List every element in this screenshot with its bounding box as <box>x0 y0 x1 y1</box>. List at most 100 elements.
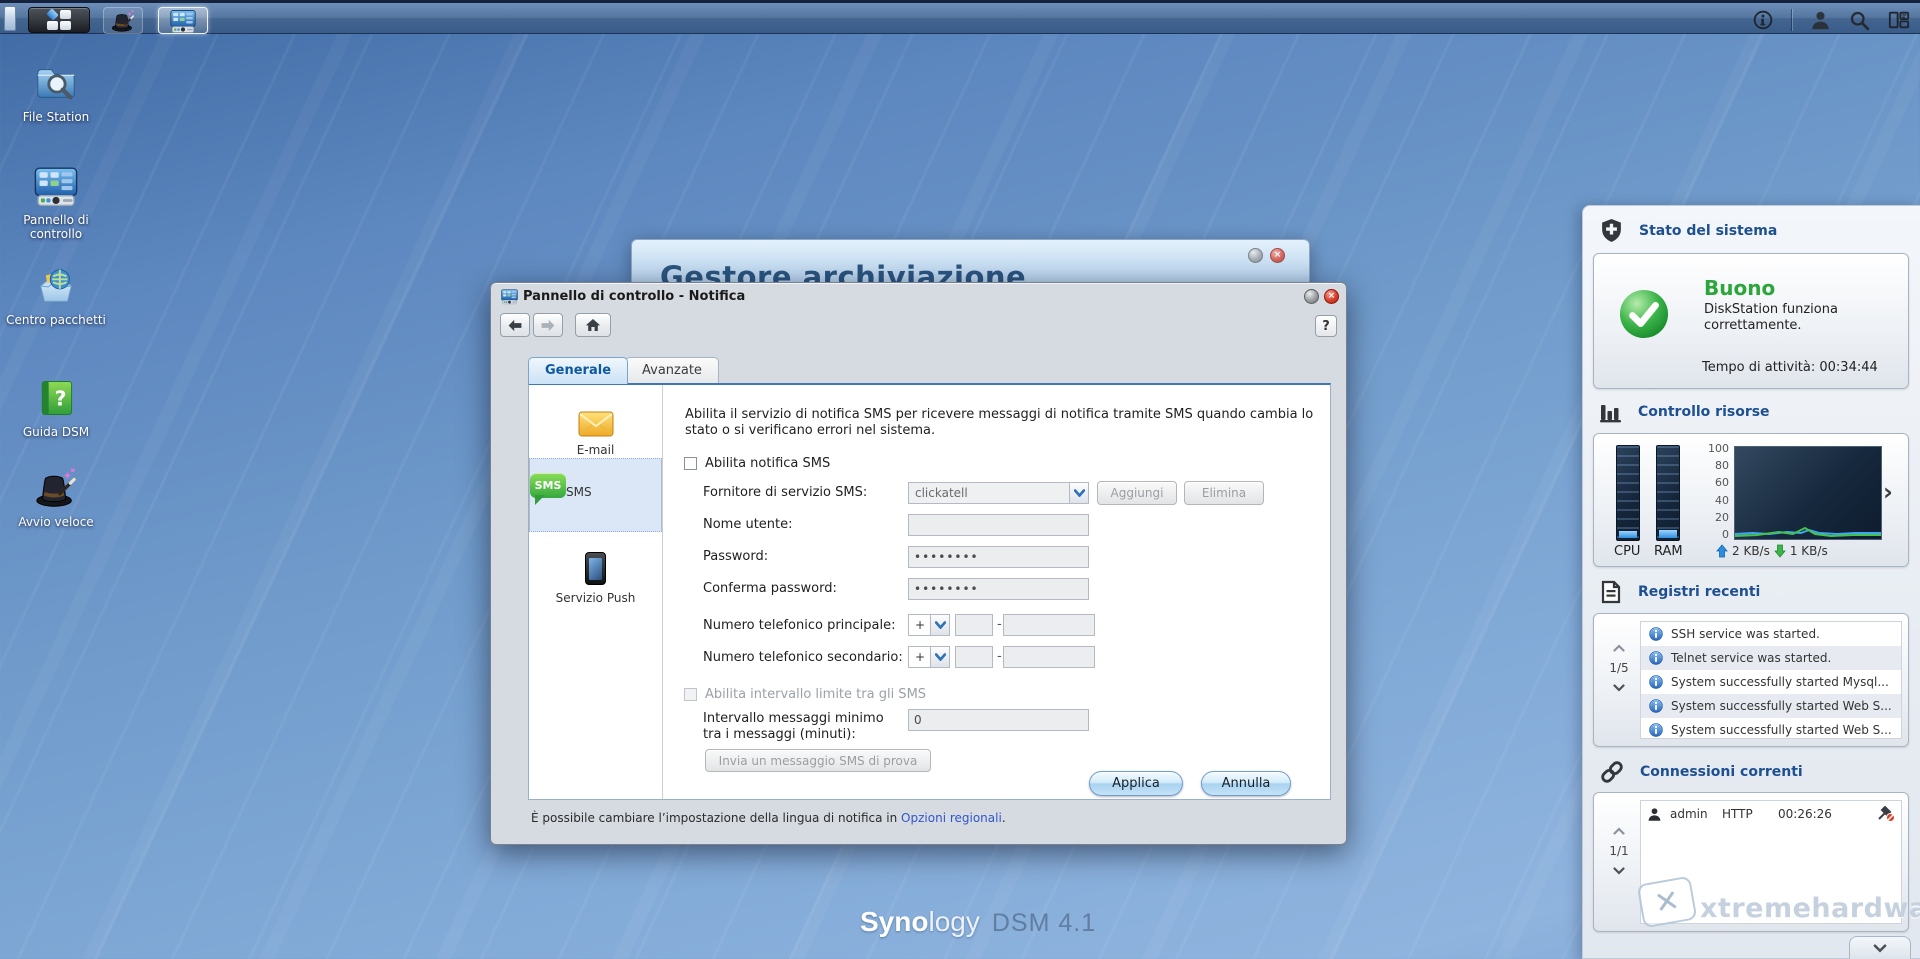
secondary-phone-input[interactable] <box>1003 646 1095 668</box>
connections-header: Connessioni correnti <box>1599 759 1803 785</box>
dialog-content: E-mail SMS SMS Servizio Push Abilita il … <box>528 383 1331 800</box>
enable-sms-checkbox[interactable] <box>684 457 697 470</box>
connection-row: admin HTTP 00:26:26 <box>1641 801 1901 827</box>
pager-down-icon[interactable] <box>1613 684 1625 692</box>
bar-chart-icon <box>1599 400 1623 424</box>
uptime: Tempo di attività: 00:34:44 <box>1702 360 1878 375</box>
confirm-password-input[interactable] <box>908 578 1089 600</box>
cpu-label: CPU <box>1614 544 1640 559</box>
system-health-header: Stato del sistema <box>1599 218 1777 243</box>
desktop-icon-dsm-help[interactable]: Guida DSM <box>6 375 106 439</box>
sidebar-item-sms[interactable]: SMS SMS <box>529 458 662 532</box>
cancel-button[interactable]: Annulla <box>1201 771 1291 796</box>
logs-pager: 1/5 <box>1606 644 1632 692</box>
dsm-branding: Syno logy DSM 4.1 <box>860 906 1096 938</box>
chevron-down-icon <box>930 647 949 667</box>
sms-bubble-icon: SMS <box>530 473 566 531</box>
main-menu-button[interactable] <box>28 7 90 33</box>
show-desktop-button[interactable] <box>4 6 16 31</box>
health-description: DiskStation funziona correttamente. <box>1704 302 1879 334</box>
taskbar-separator <box>1791 9 1792 31</box>
recent-logs-header: Registri recenti <box>1599 580 1760 604</box>
control-panel-icon <box>170 8 196 34</box>
network-axis-ticks: 100 80 60 40 20 0 <box>1699 442 1729 541</box>
email-icon <box>529 393 662 437</box>
recent-logs-widget: 1/5 SSH service was started. Telnet serv… <box>1593 613 1909 747</box>
desktop-icon-file-station[interactable]: File Station <box>6 60 106 124</box>
enable-sms-interval-checkbox[interactable] <box>684 688 697 701</box>
download-arrow-icon <box>1774 544 1786 558</box>
tab-avanzate[interactable]: Avanzate <box>625 357 719 383</box>
connection-list: admin HTTP 00:26:26 <box>1640 800 1902 924</box>
tab-generale[interactable]: Generale <box>528 357 628 384</box>
chevron-down-icon <box>1069 483 1088 503</box>
package-center-icon <box>33 263 79 309</box>
sidebar-item-push-service[interactable]: Servizio Push <box>529 541 662 605</box>
pilot-view-icon[interactable] <box>1888 9 1910 31</box>
pager-up-icon[interactable] <box>1613 644 1625 652</box>
minimize-button[interactable] <box>1248 248 1263 263</box>
log-list: SSH service was started. Telnet service … <box>1640 621 1902 739</box>
upload-arrow-icon <box>1716 544 1728 558</box>
add-provider-button[interactable]: Aggiungi <box>1097 481 1177 505</box>
cpu-gauge <box>1616 445 1640 541</box>
interval-input[interactable] <box>908 709 1089 731</box>
home-button[interactable] <box>575 313 611 337</box>
sms-provider-select[interactable]: clickatell <box>908 482 1089 504</box>
widget-collapse-tab[interactable] <box>1849 936 1911 959</box>
secondary-country-code-select[interactable]: + <box>908 646 950 668</box>
info-icon <box>1649 699 1663 713</box>
close-button[interactable]: × <box>1270 248 1285 263</box>
search-icon[interactable] <box>1849 10 1870 31</box>
dialog-title-bar[interactable]: Pannello di controllo - Notifica × <box>491 283 1346 309</box>
resource-expand-chevron[interactable]: › <box>1883 478 1893 506</box>
control-panel-icon <box>33 163 79 209</box>
file-station-icon <box>33 60 79 106</box>
secondary-area-code-input[interactable] <box>955 646 993 668</box>
info-icon <box>1649 651 1663 665</box>
apply-button[interactable]: Applica <box>1089 771 1183 796</box>
send-test-sms-button[interactable]: Invia un messaggio SMS di prova <box>705 749 931 772</box>
pager-down-icon[interactable] <box>1613 867 1625 875</box>
info-icon <box>1649 675 1663 689</box>
dialog-title: Pannello di controllo - Notifica <box>523 289 745 304</box>
pager-up-icon[interactable] <box>1613 827 1625 835</box>
info-icon[interactable] <box>1753 10 1773 30</box>
desktop-icon-quick-start[interactable]: Avvio veloce <box>6 465 106 529</box>
smartphone-icon <box>529 541 662 585</box>
home-icon <box>585 318 601 332</box>
taskbar-quick-launch-button[interactable] <box>103 7 143 34</box>
primary-area-code-input[interactable] <box>955 614 993 636</box>
password-label: Password: <box>703 549 768 565</box>
magic-hat-icon <box>110 8 136 34</box>
control-panel-icon <box>501 288 518 305</box>
connection-protocol: HTTP <box>1722 807 1770 821</box>
sms-description: Abilita il servizio di notifica SMS per … <box>685 407 1333 439</box>
regional-options-link[interactable]: Opzioni regionali <box>901 811 1002 825</box>
desktop-icon-package-center[interactable]: Centro pacchetti <box>6 263 106 327</box>
window-title: Gestore archiviazione <box>660 260 1026 283</box>
help-button[interactable]: ? <box>1315 315 1337 337</box>
forward-button[interactable] <box>533 313 563 337</box>
system-health-widget: Buono DiskStation funziona correttamente… <box>1593 253 1909 389</box>
back-button[interactable] <box>500 313 530 337</box>
connections-pager: 1/1 <box>1606 827 1632 875</box>
minimize-button[interactable] <box>1304 289 1319 304</box>
primary-country-code-select[interactable]: + <box>908 614 950 636</box>
primary-phone-input[interactable] <box>1003 614 1095 636</box>
disconnect-icon[interactable] <box>1877 806 1895 822</box>
user-icon[interactable] <box>1810 10 1831 31</box>
username-input[interactable] <box>908 514 1089 536</box>
delete-provider-button[interactable]: Elimina <box>1184 481 1264 505</box>
password-input[interactable] <box>908 546 1089 568</box>
resource-monitor-header: Controllo risorse <box>1599 400 1770 424</box>
enable-sms-label: Abilita notifica SMS <box>705 456 830 472</box>
desktop-icon-control-panel[interactable]: Pannello di controllo <box>6 163 106 241</box>
taskbar-control-panel-task-button[interactable] <box>158 7 208 34</box>
close-button[interactable]: × <box>1324 289 1339 304</box>
info-icon <box>1649 627 1663 641</box>
sidebar-item-email[interactable]: E-mail <box>529 393 662 457</box>
primary-phone-label: Numero telefonico principale: <box>703 618 896 634</box>
log-row: System successfully started Mysql... <box>1641 670 1901 694</box>
storage-manager-window[interactable]: Gestore archiviazione × <box>631 239 1310 283</box>
